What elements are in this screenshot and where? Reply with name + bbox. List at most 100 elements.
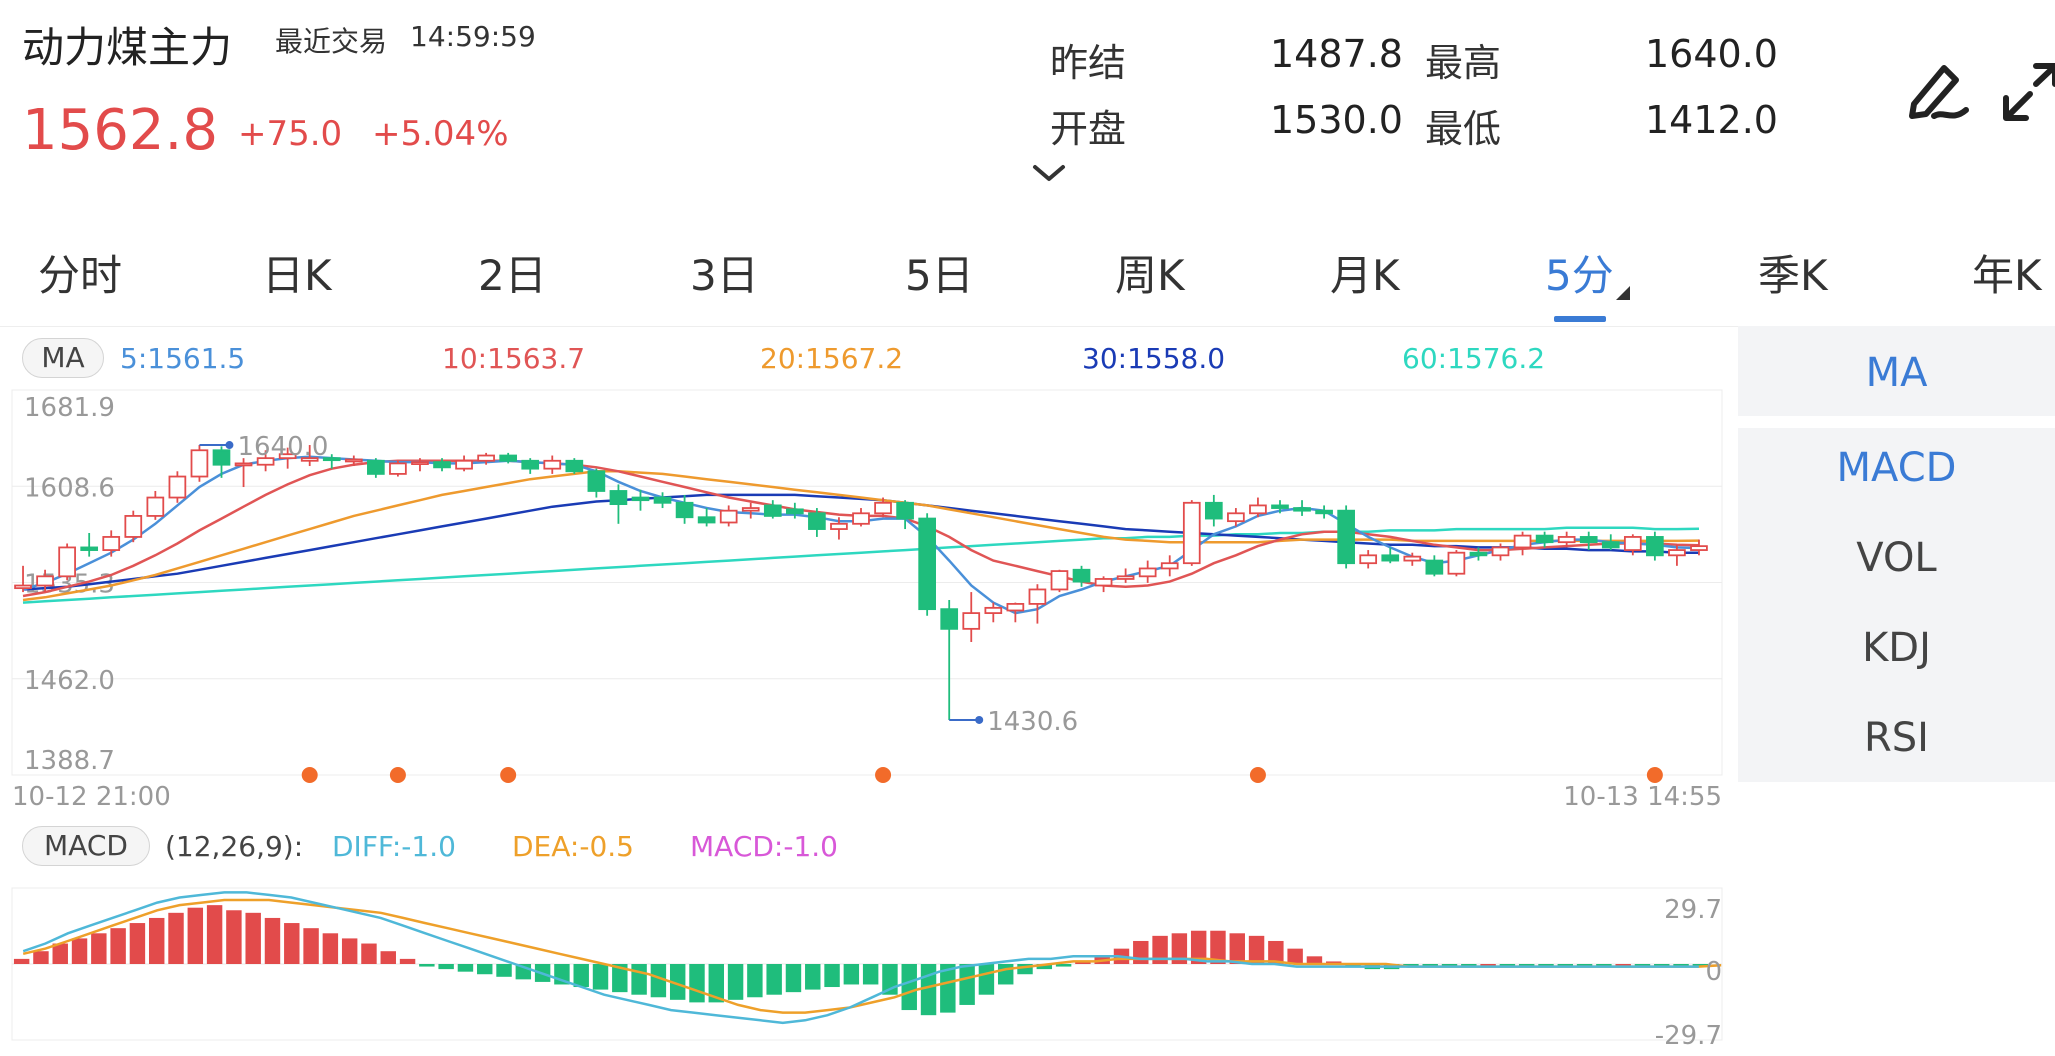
candle [1337, 505, 1355, 569]
candle [455, 455, 473, 472]
macd-bar [785, 964, 802, 993]
tab-intraday[interactable]: 分时 [38, 242, 122, 303]
candle-down-body [1293, 507, 1311, 512]
candle [719, 505, 738, 527]
dea-value: DEA:-0.5 [512, 830, 634, 863]
candle [1116, 568, 1135, 583]
candle-up-body [1403, 555, 1422, 562]
collapse-chevron-icon[interactable] [1032, 163, 1066, 183]
macd-indicator-badge[interactable]: MACD [22, 826, 150, 866]
candle [80, 532, 99, 557]
candle-up-body [874, 501, 892, 515]
tab-5min[interactable]: 5分 [1545, 242, 1614, 303]
candle-up-body [1447, 551, 1466, 575]
macd-bar [862, 964, 879, 985]
tab-2day[interactable]: 2日 [478, 242, 547, 303]
candle [609, 484, 628, 524]
last-trade-time: 14:59:59 [410, 20, 536, 53]
candle-up-body [1028, 588, 1047, 605]
candle [1028, 584, 1047, 624]
macd-bar [1133, 940, 1149, 964]
tab-3day[interactable]: 3日 [690, 242, 759, 303]
macd-bar [457, 964, 474, 972]
candle-up-body [543, 459, 562, 470]
expand-icon[interactable] [2000, 54, 2055, 126]
ma-indicator-badge[interactable]: MA [22, 338, 104, 378]
ma20-value: 20:1567.2 [760, 342, 904, 375]
candle-up-body [1623, 536, 1642, 551]
candle-down-body [212, 449, 231, 466]
side-item-kdj[interactable]: KDJ [1738, 625, 2055, 671]
tab-yearly-k[interactable]: 年K [1972, 242, 2042, 303]
candle-down-body [587, 470, 606, 492]
candle-down-body [1072, 568, 1091, 583]
macd-bar [91, 933, 107, 964]
macd-bar [959, 964, 975, 1005]
macd-y-tick-label: 0 [1705, 957, 1722, 987]
candle-up-body [1138, 567, 1157, 578]
macd-bar [997, 964, 1014, 985]
candle-up-body [477, 454, 495, 462]
ma10-value: 10:1563.7 [442, 342, 586, 375]
macd-bar [689, 964, 705, 1003]
candle [1359, 550, 1378, 569]
candle-up-body [58, 546, 76, 578]
candle-down-body [433, 461, 451, 469]
candle-down-body [499, 454, 518, 462]
candle-up-body [1690, 545, 1708, 551]
candle [1204, 494, 1223, 527]
candle [58, 543, 76, 581]
candle [1425, 555, 1444, 577]
macd-bar [1615, 964, 1631, 966]
candle-down-body [609, 490, 628, 506]
candle-down-body [918, 517, 936, 611]
candle-up-body [1227, 512, 1245, 523]
macd-bar [573, 964, 589, 988]
side-item-rsi[interactable]: RSI [1738, 715, 2055, 761]
low-value: 1412.0 [1645, 98, 1778, 142]
candle [852, 508, 870, 527]
candle [741, 502, 760, 519]
candle-up-body [1116, 575, 1135, 580]
side-item-ma[interactable]: MA [1738, 350, 2055, 396]
macd-bar [322, 933, 339, 964]
candle [1513, 531, 1532, 556]
tab-weekly-k[interactable]: 周K [1115, 242, 1185, 303]
tab-dropdown-corner-icon[interactable] [1616, 286, 1630, 300]
candle-down-body [763, 504, 782, 517]
candle [1050, 569, 1069, 593]
candle [565, 458, 584, 474]
tab-monthly-k[interactable]: 月K [1330, 242, 1400, 303]
candle [587, 468, 606, 498]
candle [521, 458, 540, 474]
candle [124, 510, 143, 543]
candlestick-chart[interactable]: 1681.91608.61535.31462.01388.71640.01430… [0, 380, 1738, 820]
macd-bar [168, 912, 184, 964]
macd-chart[interactable]: 29.7 0 -29.7 [0, 880, 1738, 1056]
price-change: +75.0 [238, 114, 343, 154]
x-start-label: 10-12 21:00 [12, 782, 171, 812]
candle-down-body [1469, 551, 1488, 557]
macd-bar [631, 964, 647, 995]
candle-up-body [124, 515, 143, 538]
candle-down-body [1579, 536, 1598, 544]
macd-bar [805, 964, 821, 990]
side-item-macd[interactable]: MACD [1738, 445, 2055, 491]
candle [1315, 505, 1333, 519]
event-marker-dot [500, 767, 517, 783]
tab-quarterly-k[interactable]: 季K [1758, 242, 1828, 303]
candle-up-body [234, 462, 253, 467]
tab-5day[interactable]: 5日 [905, 242, 974, 303]
last-price: 1562.8 [22, 98, 218, 163]
candle-down-body [940, 608, 959, 630]
high-marker-label: 1640.0 [237, 432, 328, 462]
tab-daily-k[interactable]: 日K [262, 242, 332, 303]
candle-down-body [1535, 534, 1554, 544]
macd-bar [33, 951, 49, 964]
open-label: 开盘 [1050, 107, 1127, 151]
side-item-vol[interactable]: VOL [1738, 535, 2055, 581]
event-marker-dot [1646, 767, 1663, 783]
diff-value: DIFF:-1.0 [332, 830, 456, 863]
pencil-icon[interactable] [1900, 54, 1972, 126]
candle-down-body [1337, 509, 1355, 565]
